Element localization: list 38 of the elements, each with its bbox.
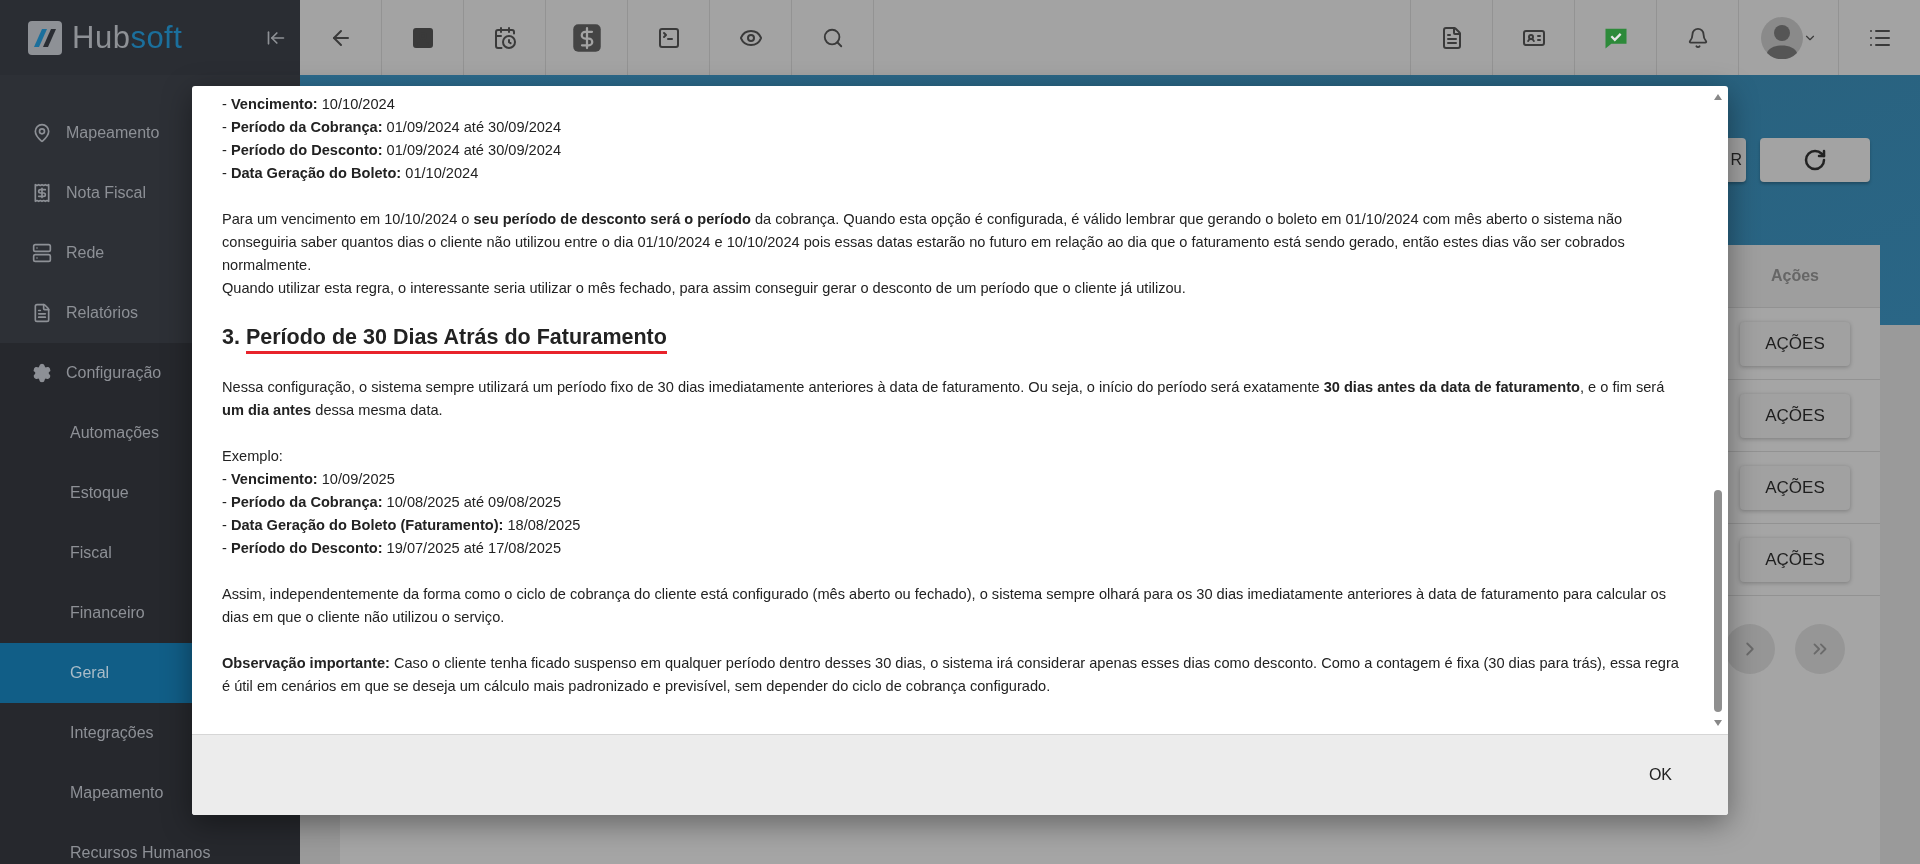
column-header: Ações: [1771, 267, 1819, 285]
paragraph: Assim, independentemente da forma como o ciclo de cobrança do cliente está configurado (mês aberto ou fechado), o sistema sempre olhará para os 30 dias imediatamente anteriores à data de faturamento para calcular os dias em que o cliente não utilizou o serviço.: [222, 585, 1667, 627]
location-pin-icon: [32, 123, 52, 143]
bell-icon: [1686, 26, 1709, 49]
list-line: - Período da Cobrança: 01/09/2024 até 30/09/2024: [222, 118, 563, 137]
actions-button[interactable]: AÇÕES: [1740, 537, 1850, 582]
list-line: - Período do Desconto: 01/09/2024 até 30/09/2024: [222, 141, 563, 160]
dollar-icon: [571, 22, 602, 53]
list-line: - Vencimento: 10/09/2025: [222, 470, 396, 489]
terminal-icon: [656, 25, 681, 50]
paragraph: Quando utilizar esta regra, o interessante seria utilizar o mês fechado, para assim conseguir gerar o desconto de um período que o cliente já utilizou.: [222, 279, 1187, 298]
refresh-icon: [1803, 148, 1827, 172]
logo-text: Hubsoft: [72, 19, 184, 56]
avatar-icon: [1760, 16, 1803, 59]
paragraph: Para um vencimento em 10/10/2024 o seu período de desconto será o período da cobrança. Quando esta opção é configurada, é válido lembrar que gerando o boleto em 01/10/2024 com mês aberto o sistema não conseguiria saber quantos dias o cliente não utilizou entre o dia 01/10/2024 e 10/10/2024 pois essas datas estarão no futuro em relação ao dia que o faturamento está sendo gerado, então estes dias vão ser cobrados normalmente.: [222, 210, 1626, 275]
list-line: - Data Geração do Boleto (Faturamento): 18/08/2025: [222, 516, 582, 535]
actions-button[interactable]: AÇÕES: [1740, 321, 1850, 366]
logo-icon: [28, 20, 62, 55]
section-number: 3.: [222, 324, 240, 351]
list-line: - Vencimento: 10/10/2024: [222, 95, 396, 114]
search-icon: [821, 26, 844, 49]
paragraph: Nessa configuração, o sistema sempre utilizará um período fixo de 30 dias imediatamente anteriores à data de faturamento. Ou seja, o início do período será exatamente 30 dias antes da data de faturamento, e o fim será um dia antes dessa mesma data.: [222, 378, 1666, 420]
ok-button[interactable]: OK: [1632, 756, 1688, 794]
document-icon: [32, 303, 52, 323]
next-page-button[interactable]: [1725, 624, 1775, 674]
actions-button[interactable]: AÇÕES: [1740, 393, 1850, 438]
list-line: - Período da Cobrança: 10/08/2025 até 09/08/2025: [222, 493, 563, 512]
section-heading: Período de 30 Dias Atrás do Faturamento: [245, 323, 667, 354]
list-line: - Data Geração do Boleto: 01/10/2024: [222, 164, 480, 183]
list-line: Exemplo:: [222, 447, 284, 466]
refresh-button[interactable]: [1760, 138, 1870, 182]
settings-icon: [32, 363, 52, 383]
receipt-icon: [32, 183, 52, 203]
sidebar-subitem[interactable]: Recursos Humanos: [0, 823, 300, 864]
calendar-clock-icon: [492, 25, 517, 50]
server-icon: [32, 243, 52, 263]
list-line: - Período do Desconto: 19/07/2025 até 17/08/2025: [222, 539, 563, 558]
actions-button[interactable]: AÇÕES: [1740, 465, 1850, 510]
